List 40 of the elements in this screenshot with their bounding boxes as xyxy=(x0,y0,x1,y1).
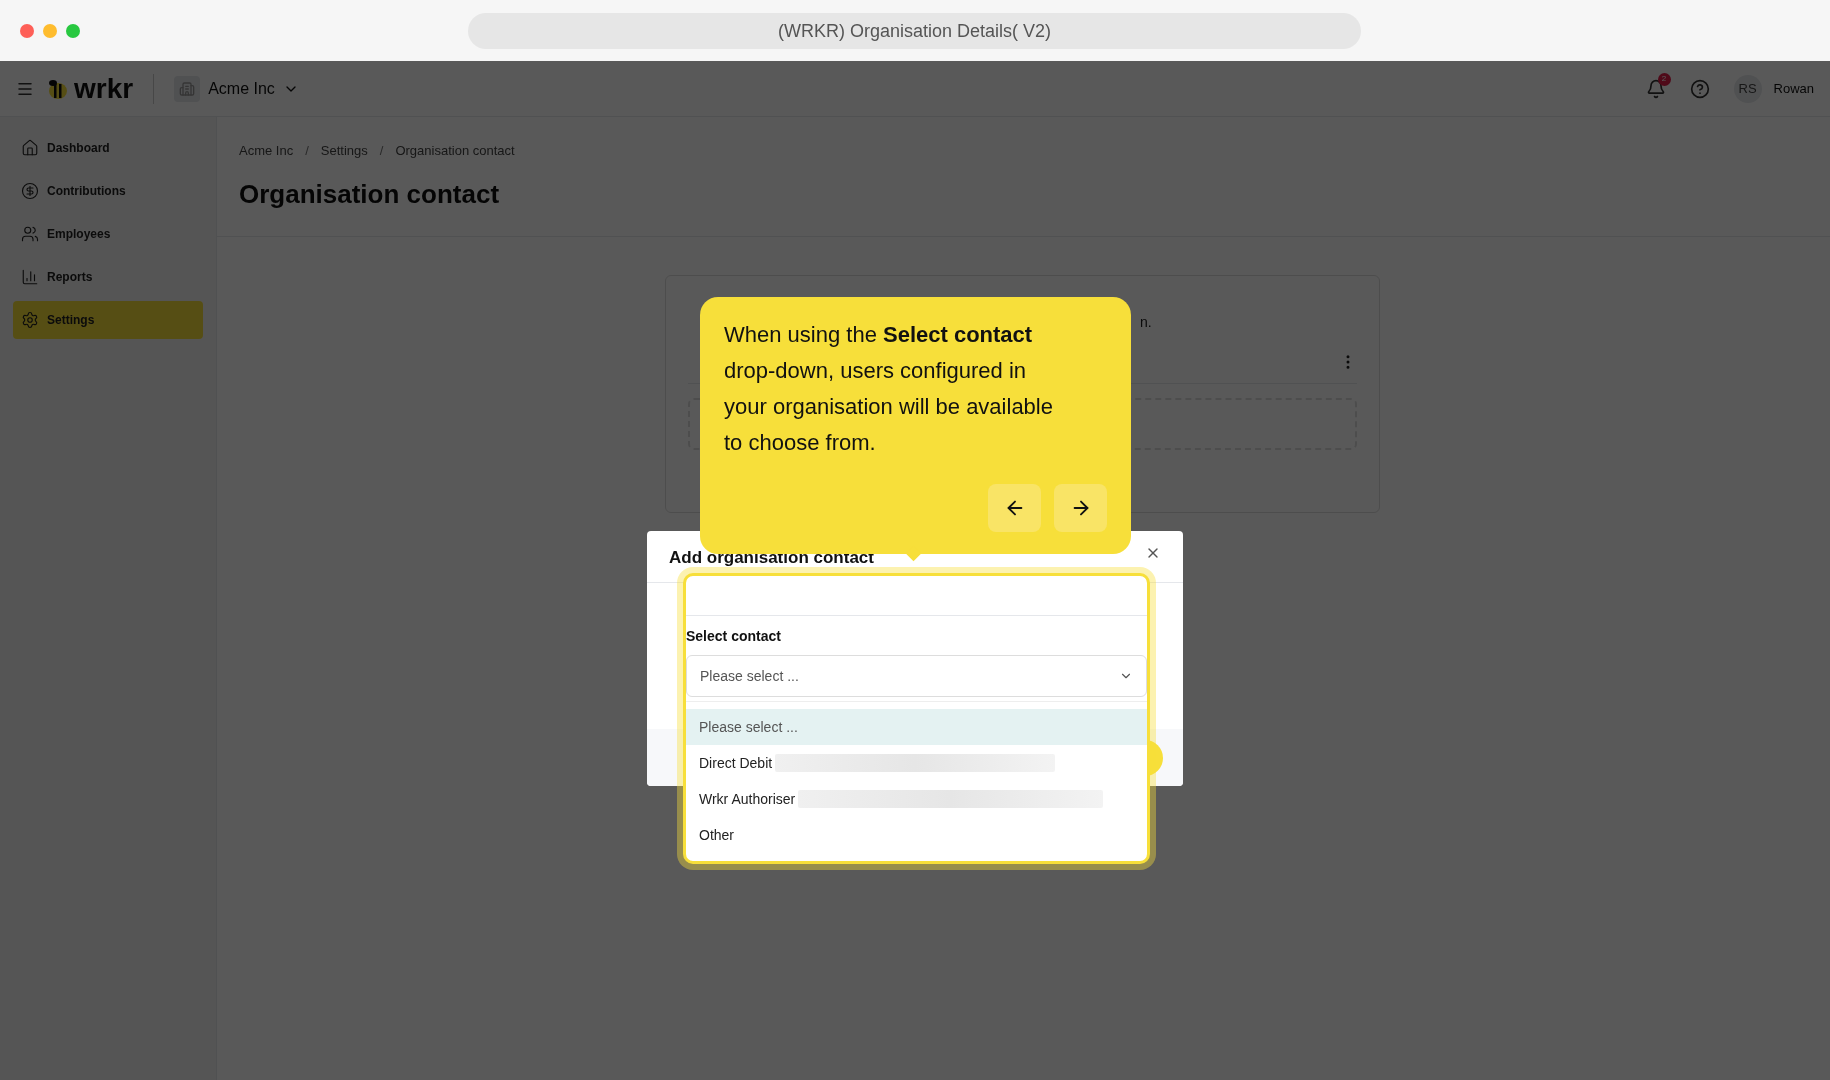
dropdown-option[interactable]: Wrkr Authoriser xyxy=(686,781,1147,817)
people-icon xyxy=(21,225,39,243)
house-icon xyxy=(21,139,39,157)
breadcrumb-separator: / xyxy=(379,142,384,160)
breadcrumb-link[interactable]: Settings xyxy=(320,141,368,161)
organisation-switcher[interactable]: Acme Inc xyxy=(174,75,299,102)
notification-badge: 2 xyxy=(1657,72,1671,86)
dollar-icon xyxy=(21,182,39,200)
help-icon[interactable] xyxy=(1689,78,1710,99)
dropdown-option[interactable]: Please select ... xyxy=(686,709,1147,745)
dropdown-option[interactable]: Other xyxy=(686,817,1147,853)
field-label: Select contact xyxy=(686,627,782,646)
logo-text: wrkr xyxy=(74,74,134,103)
settings-icon xyxy=(21,311,39,329)
minimize-window-icon[interactable] xyxy=(43,23,57,38)
next-button[interactable] xyxy=(1054,484,1107,532)
bell-icon[interactable] xyxy=(1645,78,1666,99)
building-icon xyxy=(174,75,201,102)
sidebar-item[interactable]: Employees xyxy=(13,215,203,253)
bar-chart-icon xyxy=(21,268,39,286)
dropdown-option[interactable]: Direct Debit xyxy=(686,745,1147,781)
sidebar-item[interactable]: Settings xyxy=(13,301,203,339)
select-field[interactable]: Please select ... xyxy=(686,655,1147,697)
close-window-icon[interactable] xyxy=(20,23,34,38)
bee-logo-icon xyxy=(46,77,70,100)
tooltip-text: When using the Select contact drop-down, users configured in your organisation will be available to choose from. xyxy=(724,321,1054,457)
card-text: n. xyxy=(1140,312,1153,332)
sidebar-item[interactable]: Contributions xyxy=(13,172,203,210)
maximize-window-icon[interactable] xyxy=(66,23,80,38)
sidebar-item[interactable]: Reports xyxy=(13,258,203,296)
address-bar[interactable]: (WRKR) Organisation Details( V2) xyxy=(468,13,1361,49)
breadcrumb-link[interactable]: Acme Inc xyxy=(239,141,294,161)
page-title: Organisation contact xyxy=(239,177,501,211)
modal-title: Add organisation contact xyxy=(669,547,874,569)
avatar[interactable]: RS xyxy=(1733,74,1762,103)
previous-button[interactable] xyxy=(988,484,1041,532)
breadcrumb-link[interactable]: Organisation contact xyxy=(395,141,515,161)
user-name: Rowan xyxy=(1773,79,1814,98)
breadcrumb-separator: / xyxy=(305,142,309,160)
sidebar-item[interactable]: Dashboard xyxy=(13,129,203,167)
